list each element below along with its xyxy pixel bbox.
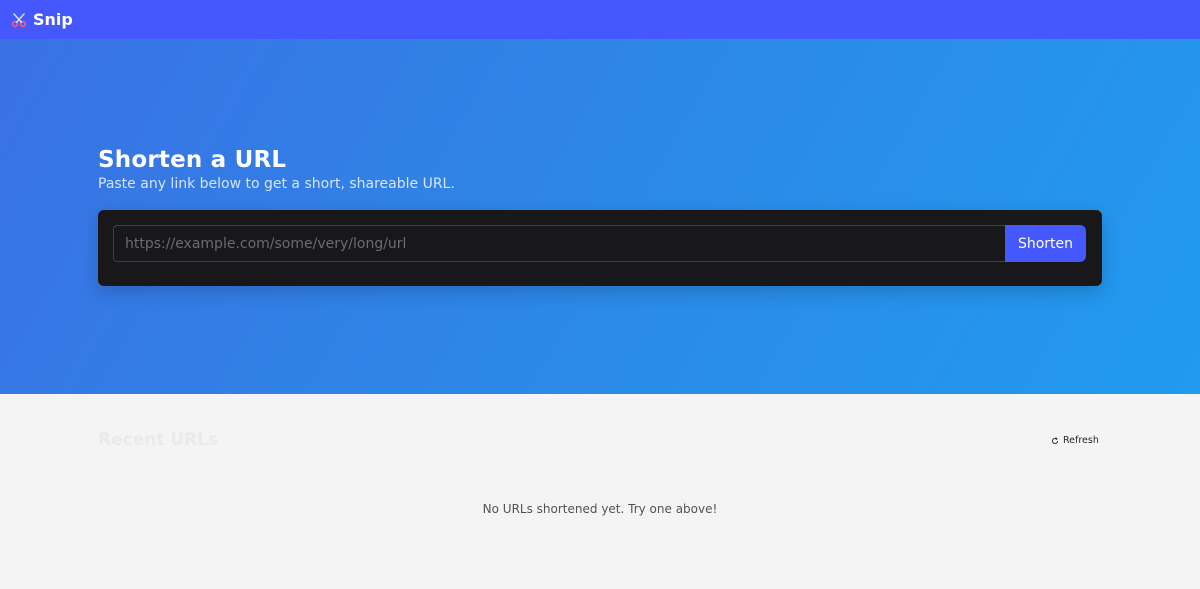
shorten-form-card: Shorten — [98, 210, 1102, 286]
refresh-button[interactable]: Refresh — [1047, 433, 1103, 448]
top-navbar: Snip — [0, 0, 1200, 39]
scissors-icon — [11, 12, 27, 28]
refresh-label: Refresh — [1063, 435, 1099, 446]
hero-section: Shorten a URL Paste any link below to ge… — [0, 39, 1200, 394]
brand-logo-link[interactable]: Snip — [11, 10, 73, 29]
recent-urls-heading: Recent URLs — [98, 430, 219, 450]
brand-name: Snip — [33, 10, 73, 29]
empty-state-message: No URLs shortened yet. Try one above! — [482, 502, 718, 516]
refresh-icon — [1051, 436, 1059, 445]
shorten-button[interactable]: Shorten — [1005, 225, 1086, 262]
url-input[interactable] — [113, 225, 1006, 262]
page-subtitle: Paste any link below to get a short, sha… — [98, 176, 455, 192]
page-title: Shorten a URL — [98, 147, 287, 173]
